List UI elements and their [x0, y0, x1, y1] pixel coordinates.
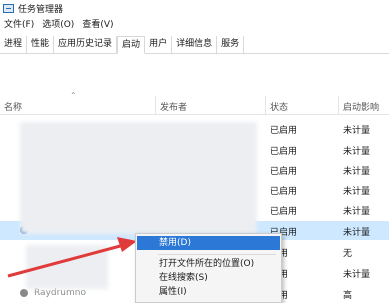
menu-separator [158, 254, 276, 255]
menu-item-disable[interactable]: 禁用(D) [137, 236, 280, 250]
context-menu: 禁用(D) 打开文件所在的位置(O) 在线搜索(S) 属性(I) [135, 233, 282, 303]
menu-item-search-online[interactable]: 在线搜索(S) [137, 271, 280, 285]
menu-item-open-location[interactable]: 打开文件所在的位置(O) [137, 257, 280, 271]
menu-item-properties[interactable]: 属性(I) [137, 285, 280, 299]
